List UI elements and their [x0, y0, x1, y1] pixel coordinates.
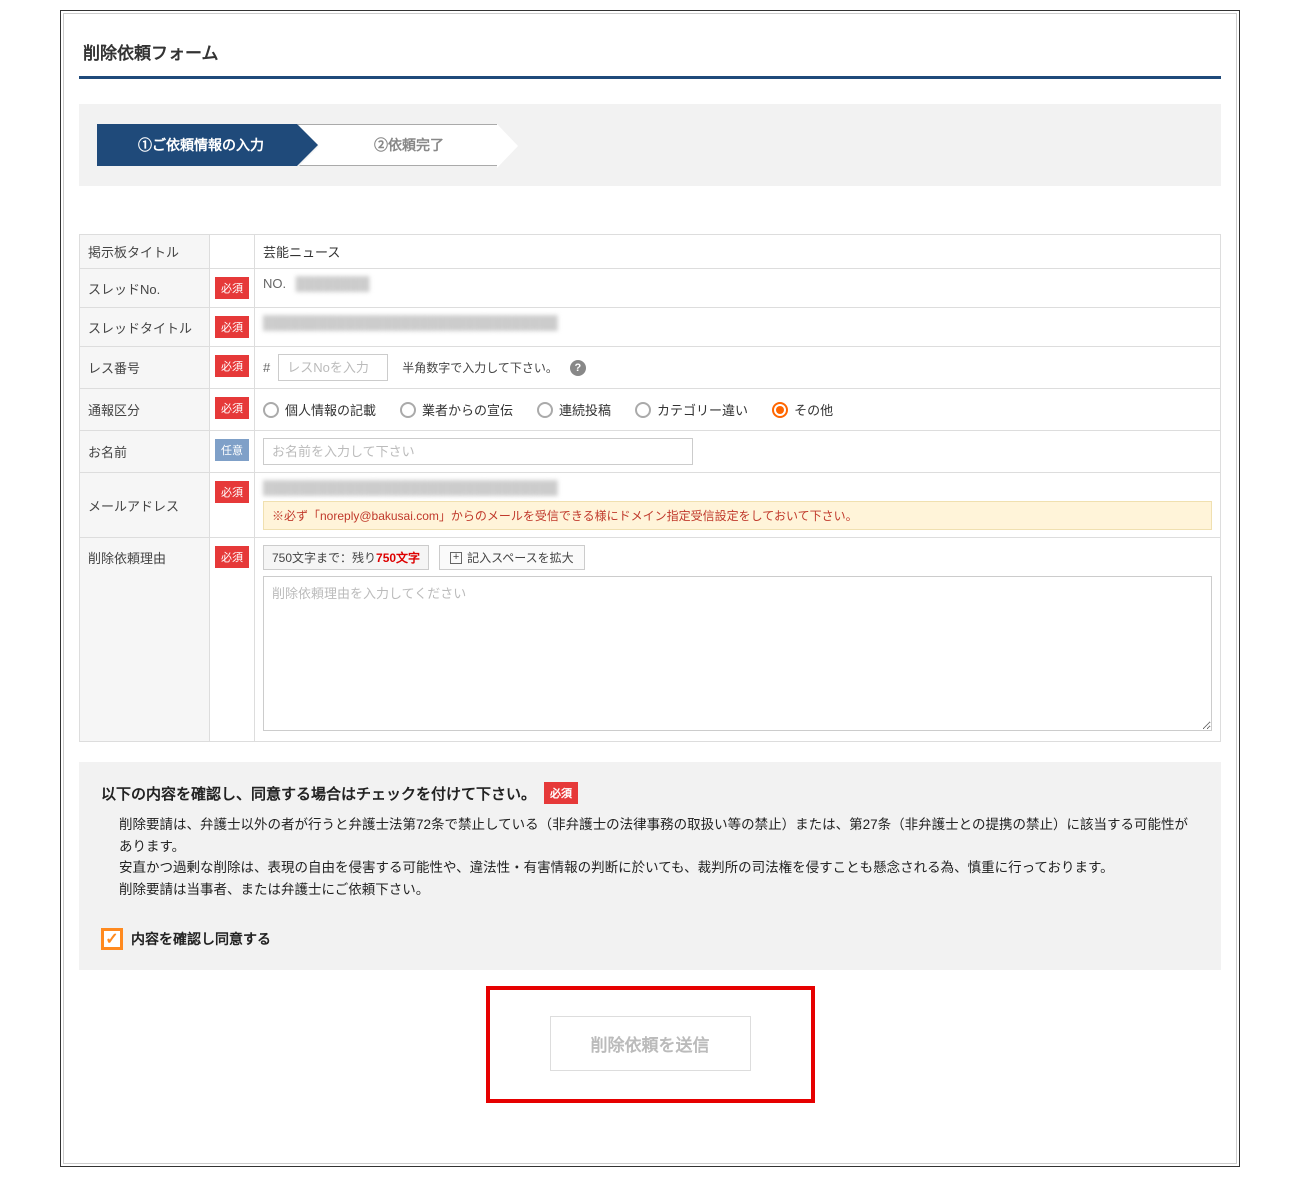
thread-title-label: スレッドタイトル	[80, 308, 210, 347]
optional-badge: 任意	[215, 439, 249, 461]
email-domain-note: ※必ず「noreply@bakusai.com」からのメールを受信できる様にドメ…	[263, 501, 1212, 530]
radio-option-0[interactable]: 個人情報の記載	[263, 400, 376, 419]
consent-box: 以下の内容を確認し、同意する場合はチェックを付けて下さい。 必須 削除要請は、弁…	[79, 762, 1221, 970]
board-title-value: 芸能ニュース	[255, 235, 1221, 269]
reason-textarea[interactable]	[263, 576, 1212, 731]
radio-option-2[interactable]: 連続投稿	[537, 400, 611, 419]
consent-checkbox[interactable]: ✓	[101, 928, 123, 950]
reason-label: 削除依頼理由	[80, 538, 210, 742]
thread-no-value-redacted: ████████	[296, 276, 370, 291]
page-title: 削除依頼フォーム	[79, 39, 1221, 79]
res-no-label: レス番号	[80, 347, 210, 389]
char-counter: 750文字まで：残り750文字	[263, 545, 429, 570]
consent-text-3: 削除要請は当事者、または弁護士にご依頼下さい。	[119, 879, 1199, 901]
report-type-radio-group: 個人情報の記載 業者からの宣伝 連続投稿 カテゴリー違い その他	[263, 396, 1212, 423]
name-label: お名前	[80, 431, 210, 473]
consent-checkbox-label: 内容を確認し同意する	[131, 929, 271, 949]
radio-option-4[interactable]: その他	[772, 400, 833, 419]
submit-button[interactable]: 削除依頼を送信	[550, 1016, 751, 1071]
required-badge: 必須	[215, 316, 249, 338]
thread-no-prefix: NO.	[263, 276, 286, 291]
required-badge: 必須	[215, 277, 249, 299]
report-type-label: 通報区分	[80, 389, 210, 431]
thread-title-value-redacted: ████████████████████████████████	[263, 315, 558, 330]
res-no-help-text: 半角数字で入力して下さい。	[402, 359, 558, 376]
name-input[interactable]	[263, 438, 693, 465]
step-1-active: ①ご依頼情報の入力	[97, 124, 297, 166]
radio-option-3[interactable]: カテゴリー違い	[635, 400, 748, 419]
required-badge: 必須	[215, 355, 249, 377]
check-icon: ✓	[105, 929, 118, 949]
email-label: メールアドレス	[80, 473, 210, 538]
required-badge: 必須	[215, 397, 249, 419]
required-badge: 必須	[215, 481, 249, 503]
thread-no-label: スレッドNo.	[80, 269, 210, 308]
progress-steps: ①ご依頼情報の入力 ②依頼完了	[79, 104, 1221, 186]
plus-icon: +	[450, 552, 462, 564]
step-2: ②依頼完了	[297, 124, 497, 166]
required-badge: 必須	[544, 782, 578, 804]
consent-text-2: 安直かつ過剰な削除は、表現の自由を侵害する可能性や、違法性・有害情報の判断に於い…	[119, 857, 1199, 879]
consent-checkbox-row[interactable]: ✓ 内容を確認し同意する	[101, 928, 1199, 950]
radio-option-1[interactable]: 業者からの宣伝	[400, 400, 513, 419]
form-table: 掲示板タイトル 芸能ニュース スレッドNo. 必須 NO. ████████ ス…	[79, 234, 1221, 742]
required-badge: 必須	[215, 546, 249, 568]
expand-textarea-button[interactable]: + 記入スペースを拡大	[439, 545, 585, 570]
res-no-input[interactable]	[278, 354, 388, 381]
board-title-label: 掲示板タイトル	[80, 235, 210, 269]
consent-text-1: 削除要請は、弁護士以外の者が行うと弁護士法第72条で禁止している（非弁護士の法律…	[119, 814, 1199, 857]
email-value-redacted: ████████████████████████████████	[263, 480, 558, 495]
res-no-hash: #	[263, 360, 270, 375]
consent-heading: 以下の内容を確認し、同意する場合はチェックを付けて下さい。	[101, 783, 536, 804]
help-icon[interactable]: ?	[570, 360, 586, 376]
submit-highlight-box: 削除依頼を送信	[486, 986, 815, 1103]
